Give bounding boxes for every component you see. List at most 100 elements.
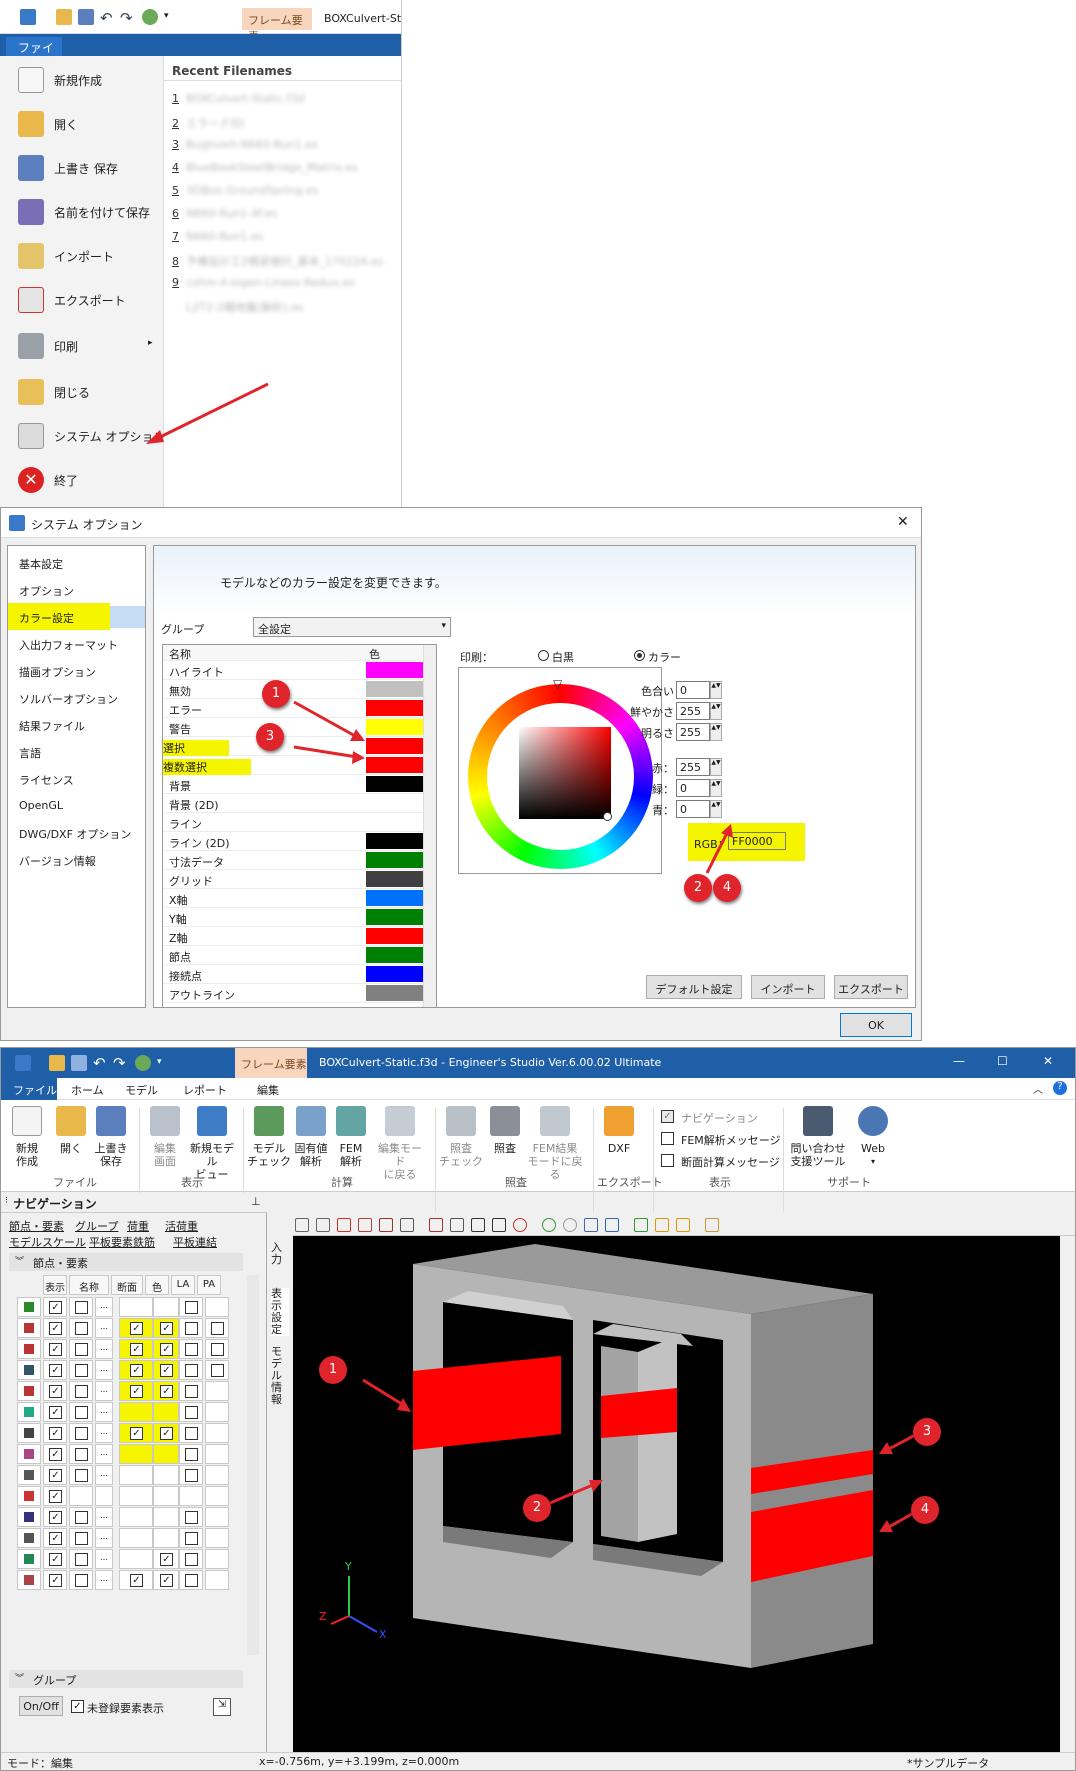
grid-cell[interactable]: ✓: [153, 1570, 179, 1590]
ribbon-eigen-button[interactable]: 固有値 解析: [289, 1106, 333, 1168]
ribbon-model-check-button[interactable]: モデル チェック: [247, 1106, 291, 1168]
ribbon-edit-screen-button[interactable]: 編集 画面: [143, 1106, 187, 1168]
3d-viewport[interactable]: Y X Z 1 2 3 4: [293, 1236, 1060, 1754]
tab-file[interactable]: ファイル: [13, 1082, 57, 1098]
grid-cell[interactable]: [205, 1297, 229, 1317]
grid-cell[interactable]: [205, 1402, 229, 1422]
recent-file-item[interactable]: 1 BOXCulvert-Static.f3d: [172, 92, 305, 105]
grid-cell[interactable]: [69, 1528, 93, 1548]
chevron-down-icon[interactable]: ▾: [157, 1057, 173, 1073]
grid-cell[interactable]: [205, 1570, 229, 1590]
options-icon[interactable]: [135, 1055, 151, 1071]
nav-link[interactable]: 節点・要素: [9, 1218, 64, 1234]
grid-cell[interactable]: [119, 1444, 153, 1464]
scrollbar[interactable]: [247, 1275, 259, 1655]
grid-cell[interactable]: [179, 1297, 203, 1317]
ribbon-new-model-view-button[interactable]: 新規モデル ビュー: [187, 1106, 237, 1181]
nav-link[interactable]: 荷重: [127, 1218, 149, 1234]
recent-file-item[interactable]: 7 N660-Run1.es: [172, 230, 263, 243]
ribbon-support-tool-button[interactable]: 問い合わせ 支援ツール: [787, 1106, 849, 1168]
dim-icon[interactable]: [655, 1218, 669, 1232]
grid-cell[interactable]: …: [95, 1507, 113, 1527]
info-icon[interactable]: [605, 1218, 619, 1232]
grid-cell[interactable]: [205, 1549, 229, 1569]
grid-cell[interactable]: ✓: [43, 1297, 67, 1317]
grid-cell[interactable]: [69, 1423, 93, 1443]
grid-cell[interactable]: [119, 1402, 153, 1422]
grid-cell[interactable]: ✓: [119, 1339, 153, 1359]
view-top-icon[interactable]: [379, 1218, 393, 1232]
nav-link[interactable]: 活荷重: [165, 1218, 198, 1234]
grid-cell[interactable]: [153, 1297, 179, 1317]
grid-cell[interactable]: ✓: [43, 1549, 67, 1569]
grid-cell[interactable]: [119, 1549, 153, 1569]
ribbon-dxf-button[interactable]: DXF: [597, 1106, 641, 1155]
globe-icon[interactable]: [513, 1218, 527, 1232]
nav-link[interactable]: 平板連結: [173, 1234, 217, 1250]
grid-cell[interactable]: [153, 1465, 179, 1485]
ribbon-fem-result-button[interactable]: FEM結果 モードに戻る: [527, 1106, 583, 1181]
tab-model[interactable]: モデル: [125, 1082, 158, 1098]
nav-link[interactable]: モデルスケール: [9, 1234, 86, 1250]
view-iso-icon[interactable]: [400, 1218, 414, 1232]
grid-cell[interactable]: ✓: [43, 1486, 67, 1506]
tab-file[interactable]: ファイル: [6, 37, 62, 72]
grid-cell[interactable]: [179, 1528, 203, 1548]
maximize-icon[interactable]: ☐: [997, 1054, 1008, 1068]
select-icon[interactable]: [295, 1218, 309, 1232]
grid-cell[interactable]: ✓: [43, 1465, 67, 1485]
menu-print[interactable]: 印刷 ▸: [0, 323, 164, 367]
grid-cell[interactable]: …: [95, 1360, 113, 1380]
grid-cell[interactable]: ✓: [119, 1381, 153, 1401]
view-side-icon[interactable]: [358, 1218, 372, 1232]
grid-cell[interactable]: …: [95, 1570, 113, 1590]
ribbon-web-button[interactable]: Web ▾: [851, 1106, 895, 1168]
nav-link[interactable]: 平板要素鉄筋: [89, 1234, 155, 1250]
grid-cell[interactable]: …: [95, 1423, 113, 1443]
undo-icon[interactable]: ↶: [93, 1054, 109, 1072]
grid-cell[interactable]: ✓: [43, 1381, 67, 1401]
grid-cell[interactable]: ✓: [153, 1423, 179, 1443]
snapshot-icon[interactable]: [584, 1218, 598, 1232]
checkbox-unregistered[interactable]: ✓: [71, 1700, 84, 1713]
undo-icon[interactable]: ↶: [100, 9, 116, 27]
tab-report[interactable]: レポート: [183, 1082, 227, 1098]
grid-cell[interactable]: [205, 1360, 229, 1380]
recent-file-item[interactable]: 4 BlueBookSteelBridge_Matrix.es: [172, 161, 358, 174]
grid-cell[interactable]: …: [95, 1318, 113, 1338]
grid-cell[interactable]: [205, 1423, 229, 1443]
help-icon[interactable]: ?: [1053, 1081, 1067, 1095]
grid-cell[interactable]: [153, 1486, 179, 1506]
viewport-scrollbar[interactable]: [1060, 1236, 1075, 1754]
grid-cell[interactable]: [153, 1528, 179, 1548]
tab-home[interactable]: ホーム: [71, 1082, 104, 1098]
save-icon[interactable]: [78, 9, 94, 25]
pin-icon[interactable]: ⊥: [251, 1195, 261, 1208]
popout-icon[interactable]: ⇲: [213, 1698, 231, 1716]
grid-cell[interactable]: …: [95, 1549, 113, 1569]
menu-exit[interactable]: ✕ 終了: [0, 457, 164, 501]
save-icon[interactable]: [71, 1055, 87, 1071]
grid-cell[interactable]: [69, 1465, 93, 1485]
fit-icon[interactable]: [316, 1218, 330, 1232]
recent-file-item[interactable]: 6 N660-Run1-4f.es: [172, 207, 277, 220]
grid-cell[interactable]: ✓: [153, 1360, 179, 1380]
grid-cell[interactable]: …: [95, 1297, 113, 1317]
view-front-icon[interactable]: [337, 1218, 351, 1232]
menu-export[interactable]: エクスポート: [0, 277, 164, 321]
grid-cell[interactable]: [153, 1507, 179, 1527]
ribbon-verify-check-button[interactable]: 照査 チェック: [439, 1106, 483, 1168]
close-icon[interactable]: ✕: [1043, 1054, 1053, 1068]
grid-cell[interactable]: …: [95, 1381, 113, 1401]
grid-cell[interactable]: ✓: [43, 1402, 67, 1422]
grid-cell[interactable]: [69, 1570, 93, 1590]
ribbon-fem-button[interactable]: FEM 解析: [329, 1106, 373, 1168]
menu-new[interactable]: 新規作成: [0, 57, 164, 101]
grid-cell[interactable]: …: [95, 1465, 113, 1485]
grid-cell[interactable]: ✓: [119, 1570, 153, 1590]
grid-cell[interactable]: [119, 1486, 153, 1506]
grid-cell[interactable]: [179, 1339, 203, 1359]
grid-cell[interactable]: [69, 1339, 93, 1359]
options-icon[interactable]: [142, 9, 158, 25]
forward-icon[interactable]: [563, 1218, 577, 1232]
